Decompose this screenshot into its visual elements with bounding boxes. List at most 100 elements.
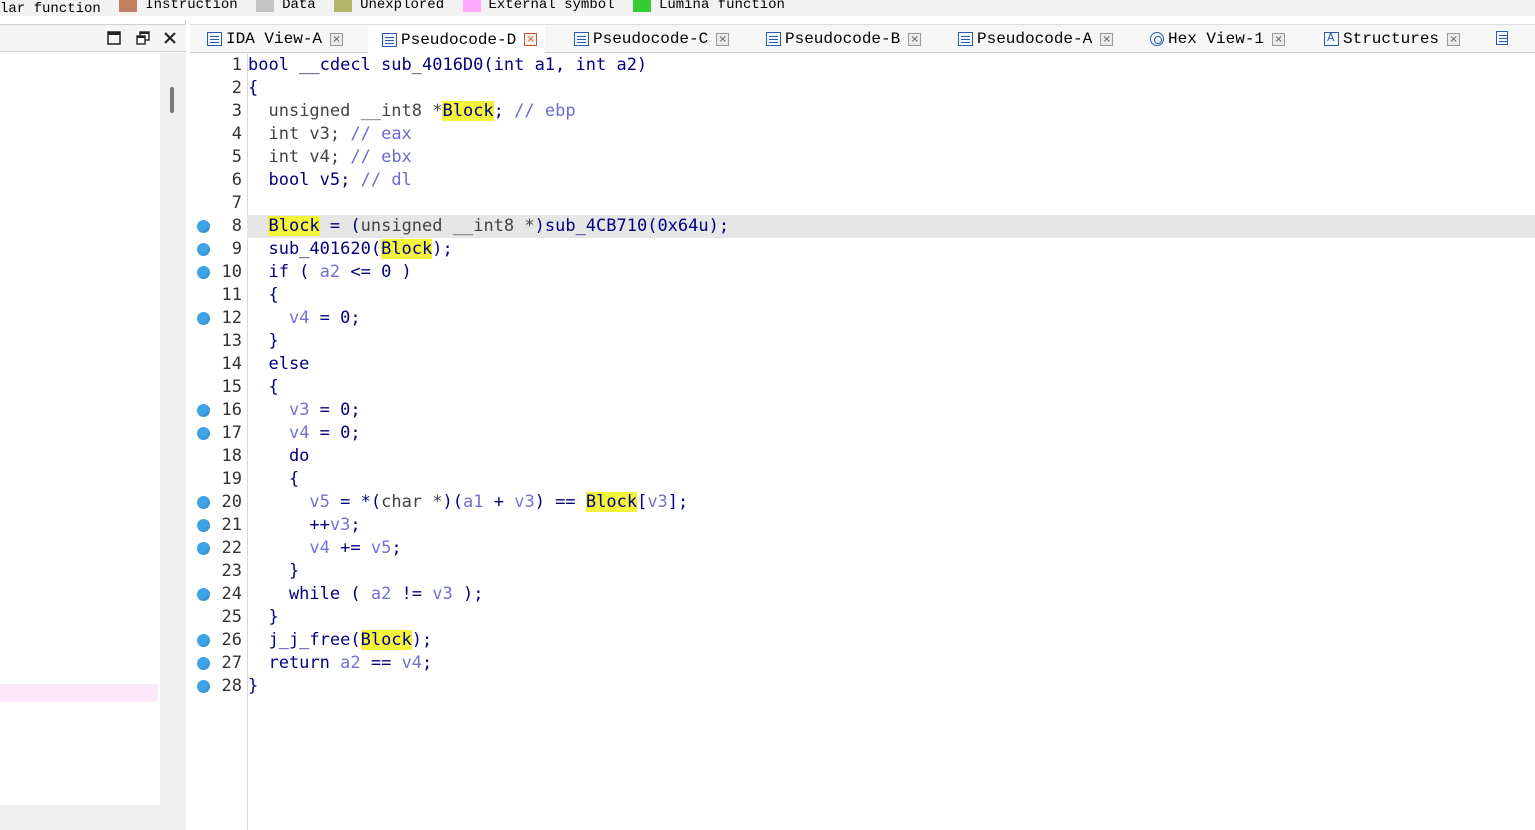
- code-line[interactable]: 1 bool __cdecl sub_4016D0(int a1, int a2): [190, 54, 1535, 77]
- restore-icon[interactable]: [133, 28, 153, 48]
- tab-pseudocode-a[interactable]: Pseudocode-A ×: [958, 25, 1114, 53]
- code-text[interactable]: bool __cdecl sub_4016D0(int a1, int a2): [248, 54, 647, 77]
- code-text[interactable]: }: [248, 675, 258, 698]
- maximize-icon[interactable]: [104, 28, 124, 48]
- variable-token[interactable]: v5: [309, 492, 329, 512]
- code-text[interactable]: j_j_free(Block);: [248, 629, 432, 652]
- code-text[interactable]: v4 = 0;: [248, 307, 361, 330]
- code-line[interactable]: 14 else: [190, 353, 1535, 376]
- variable-token[interactable]: a2: [320, 262, 340, 282]
- code-line[interactable]: 22 v4 += v5;: [190, 537, 1535, 560]
- code-line[interactable]: 23 }: [190, 560, 1535, 583]
- variable-token[interactable]: v3: [647, 492, 667, 512]
- pseudocode-view[interactable]: 1 bool __cdecl sub_4016D0(int a1, int a2)…: [190, 54, 1535, 830]
- variable-token[interactable]: v3: [289, 400, 309, 420]
- breakpoint-dot-icon[interactable]: [197, 243, 210, 256]
- tab-ida-view-a[interactable]: IDA View-A ×: [207, 25, 344, 53]
- code-line[interactable]: 24 while ( a2 != v3 );: [190, 583, 1535, 606]
- code-text[interactable]: {: [248, 284, 278, 307]
- variable-token[interactable]: v4: [289, 308, 309, 328]
- code-text[interactable]: v3 = 0;: [248, 399, 361, 422]
- breakpoint-dot-icon[interactable]: [197, 519, 210, 532]
- code-text[interactable]: if ( a2 <= 0 ): [248, 261, 411, 284]
- code-line[interactable]: 17 v4 = 0;: [190, 422, 1535, 445]
- code-text[interactable]: v4 = 0;: [248, 422, 361, 445]
- code-text[interactable]: {: [248, 376, 278, 399]
- highlighted-identifier[interactable]: Block: [268, 216, 320, 236]
- code-line[interactable]: 4 int v3; // eax: [190, 123, 1535, 146]
- tab-close-icon[interactable]: ×: [1447, 32, 1461, 46]
- breakpoint-dot-icon[interactable]: [197, 266, 210, 279]
- code-line[interactable]: 13 }: [190, 330, 1535, 353]
- code-text[interactable]: Block = (unsigned __int8 *)sub_4CB710(0x…: [248, 215, 729, 238]
- code-text[interactable]: {: [248, 468, 299, 491]
- code-text[interactable]: }: [248, 560, 299, 583]
- variable-token[interactable]: a2: [340, 653, 360, 673]
- code-text[interactable]: {: [248, 77, 258, 100]
- code-text[interactable]: else: [248, 353, 309, 376]
- variable-token[interactable]: v3: [514, 492, 534, 512]
- highlighted-identifier[interactable]: Block: [381, 239, 433, 259]
- tab-hex-view-1[interactable]: Hex View-1 ×: [1150, 25, 1286, 53]
- breakpoint-dot-icon[interactable]: [197, 588, 210, 601]
- tab-close-icon[interactable]: ×: [1272, 32, 1286, 46]
- tab-pseudocode-b[interactable]: Pseudocode-B ×: [766, 25, 922, 53]
- variable-token[interactable]: v4: [289, 423, 309, 443]
- code-text[interactable]: bool v5; // dl: [248, 169, 411, 192]
- variable-token[interactable]: a2: [371, 584, 391, 604]
- code-text[interactable]: while ( a2 != v3 );: [248, 583, 484, 606]
- code-line[interactable]: 18 do: [190, 445, 1535, 468]
- code-line[interactable]: 11 {: [190, 284, 1535, 307]
- code-text[interactable]: v4 += v5;: [248, 537, 401, 560]
- vertical-scrollbar[interactable]: [160, 53, 186, 805]
- code-text[interactable]: return a2 == v4;: [248, 652, 432, 675]
- code-text[interactable]: ++v3;: [248, 514, 360, 537]
- tab-list-menu-button[interactable]: [1496, 30, 1512, 46]
- code-text[interactable]: }: [248, 330, 278, 353]
- code-line[interactable]: 6 bool v5; // dl: [190, 169, 1535, 192]
- breakpoint-dot-icon[interactable]: [197, 634, 210, 647]
- code-line[interactable]: 12 v4 = 0;: [190, 307, 1535, 330]
- breakpoint-dot-icon[interactable]: [197, 220, 210, 233]
- close-icon[interactable]: [160, 28, 180, 48]
- variable-token[interactable]: v3: [432, 584, 452, 604]
- breakpoint-dot-icon[interactable]: [197, 404, 210, 417]
- highlighted-identifier[interactable]: Block: [360, 630, 412, 650]
- code-text[interactable]: v5 = *(char *)(a1 + v3) == Block[v3];: [248, 491, 688, 514]
- variable-token[interactable]: v4: [309, 538, 329, 558]
- variable-token[interactable]: v3: [330, 515, 350, 535]
- tab-close-icon[interactable]: ×: [716, 32, 730, 46]
- tab-pseudocode-c[interactable]: Pseudocode-C ×: [574, 25, 730, 53]
- code-line[interactable]: 21 ++v3;: [190, 514, 1535, 537]
- variable-token[interactable]: v5: [371, 538, 391, 558]
- scrollbar-thumb[interactable]: [170, 87, 174, 113]
- code-line[interactable]: 28}: [190, 675, 1535, 698]
- code-line[interactable]: 2{: [190, 77, 1535, 100]
- breakpoint-dot-icon[interactable]: [197, 312, 210, 325]
- list-item-highlight[interactable]: [0, 684, 158, 702]
- code-text[interactable]: int v3; // eax: [248, 123, 411, 146]
- code-text[interactable]: }: [248, 606, 278, 629]
- code-line[interactable]: 8 Block = (unsigned __int8 *)sub_4CB710(…: [197, 215, 1535, 238]
- tab-close-icon[interactable]: ×: [908, 32, 922, 46]
- code-line[interactable]: 27 return a2 == v4;: [190, 652, 1535, 675]
- breakpoint-dot-icon[interactable]: [197, 657, 210, 670]
- tab-pseudocode-d[interactable]: Pseudocode-D ×: [368, 25, 546, 54]
- code-text[interactable]: sub_401620(Block);: [248, 238, 453, 261]
- code-line[interactable]: 26 j_j_free(Block);: [190, 629, 1535, 652]
- variable-token[interactable]: v4: [402, 653, 422, 673]
- code-line[interactable]: 20 v5 = *(char *)(a1 + v3) == Block[v3];: [190, 491, 1535, 514]
- code-line[interactable]: 3 unsigned __int8 *Block; // ebp: [190, 100, 1535, 123]
- tab-close-icon[interactable]: ×: [524, 33, 538, 46]
- code-line[interactable]: 19 {: [190, 468, 1535, 491]
- code-line[interactable]: 10 if ( a2 <= 0 ): [190, 261, 1535, 284]
- tab-structures[interactable]: Structures ×: [1324, 25, 1461, 53]
- code-line[interactable]: 7: [190, 192, 1535, 215]
- breakpoint-dot-icon[interactable]: [197, 427, 210, 440]
- code-line[interactable]: 9 sub_401620(Block);: [190, 238, 1535, 261]
- code-text[interactable]: unsigned __int8 *Block; // ebp: [248, 100, 576, 123]
- breakpoint-dot-icon[interactable]: [197, 542, 210, 555]
- function-list[interactable]: [0, 53, 160, 805]
- code-line[interactable]: 15 {: [190, 376, 1535, 399]
- highlighted-identifier[interactable]: Block: [585, 492, 638, 512]
